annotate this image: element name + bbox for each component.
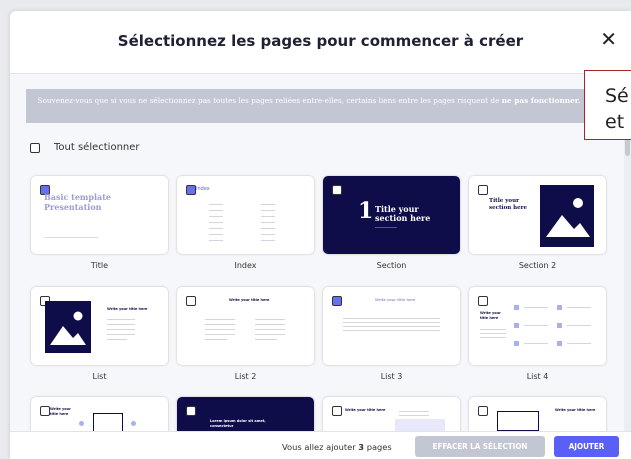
modal-header: Sélectionnez les pages pour commencer à … <box>10 11 631 74</box>
page-thumbnail[interactable]: Write your title here <box>323 397 460 431</box>
page-card-list[interactable]: Write your title here List <box>31 287 168 381</box>
page-caption: List 3 <box>380 372 403 381</box>
tooltip-line-2: et <box>605 111 625 133</box>
thumb-text: Title your section here <box>375 204 431 223</box>
add-button[interactable]: AJOUTER <box>554 436 619 457</box>
page-caption: List 4 <box>526 372 549 381</box>
select-all[interactable]: Tout sélectionner <box>30 142 140 153</box>
tooltip-popup: Sé et <box>584 70 631 140</box>
page-card-section[interactable]: 1 Title your section here Section <box>323 176 460 270</box>
page-thumbnail[interactable]: Write your title here <box>469 287 606 365</box>
tooltip-line-1: Sé <box>605 85 629 107</box>
page-selection-modal: Sélectionnez les pages pour commencer à … <box>10 11 631 459</box>
page-thumbnail[interactable]: 1 Title your section here <box>323 176 460 254</box>
clear-selection-button[interactable]: EFFACER LA SÉLECTION <box>415 436 545 457</box>
modal-body: Souvenez-vous que si vous ne sélectionne… <box>10 74 631 431</box>
page-thumbnail[interactable]: Write your title here <box>469 397 606 431</box>
page-checkbox[interactable] <box>332 296 342 306</box>
page-caption: List 2 <box>234 372 257 381</box>
page-caption: Section <box>376 261 407 270</box>
page-thumbnail[interactable]: Write your title here <box>31 287 168 365</box>
page-caption: Index <box>234 261 257 270</box>
page-card-list-3[interactable]: Write your title here List 3 <box>323 287 460 381</box>
page-checkbox[interactable] <box>478 185 488 195</box>
page-caption: Title <box>90 261 109 270</box>
selection-count: 3 <box>358 442 365 452</box>
notice-text: Souvenez-vous que si vous ne sélectionne… <box>37 96 500 105</box>
page-card-list-2[interactable]: Write your title here List 2 <box>177 287 314 381</box>
page-checkbox[interactable] <box>40 406 50 416</box>
page-checkbox[interactable] <box>478 406 488 416</box>
modal-footer: Vous allez ajouter 3 pages EFFACER LA SÉ… <box>10 431 631 459</box>
page-thumbnail[interactable]: Write your title here <box>31 397 168 431</box>
page-thumbnail[interactable]: Index <box>177 176 314 254</box>
notice-end: . <box>577 96 581 105</box>
page-checkbox[interactable] <box>186 296 196 306</box>
thumb-text: Write your title here <box>50 407 71 416</box>
thumb-text: Write your title here <box>480 311 501 320</box>
notice-bold: ne pas fonctionner <box>501 96 578 105</box>
page-thumbnail[interactable]: Title your section here <box>469 176 606 254</box>
page-thumbnail[interactable]: Write your title here <box>323 287 460 365</box>
page-caption: Section 2 <box>518 261 557 270</box>
page-card-row3-1[interactable]: Write your title here <box>31 397 168 431</box>
thumb-text: Lorem ipsum dolor sit amet, consectetur <box>210 419 266 428</box>
page-checkbox[interactable] <box>186 406 196 416</box>
page-card-row3-4[interactable]: Write your title here <box>469 397 606 431</box>
selection-info-prefix: Vous allez ajouter <box>282 442 356 452</box>
page-checkbox[interactable] <box>332 406 342 416</box>
select-all-label: Tout sélectionner <box>54 142 140 153</box>
page-thumbnail[interactable]: Basic template Presentation <box>31 176 168 254</box>
thumb-text: Basic template Presentation <box>44 192 111 212</box>
selection-info-suffix: pages <box>366 442 392 452</box>
thumb-number: 1 <box>358 198 374 224</box>
thumb-text: Write your title here <box>107 307 148 311</box>
page-checkbox[interactable] <box>186 185 196 195</box>
thumb-text: Write your title here <box>229 298 270 302</box>
thumb-text: Write your title here <box>345 408 386 412</box>
page-card-row3-3[interactable]: Write your title here <box>323 397 460 431</box>
page-thumbnail[interactable]: Lorem ipsum dolor sit amet, consectetur <box>177 397 314 431</box>
page-card-index[interactable]: Index Index <box>177 176 314 270</box>
page-checkbox[interactable] <box>478 296 488 306</box>
selection-info: Vous allez ajouter 3 pages <box>282 442 392 452</box>
select-all-checkbox[interactable] <box>30 142 40 153</box>
page-card-title[interactable]: Basic template Presentation Title <box>31 176 168 270</box>
warning-notice: Souvenez-vous que si vous ne sélectionne… <box>26 89 592 123</box>
image-placeholder-icon <box>540 185 594 247</box>
page-card-section-2[interactable]: Title your section here Section 2 <box>469 176 606 270</box>
close-icon[interactable]: ✕ <box>600 27 617 51</box>
image-placeholder-icon <box>45 301 91 353</box>
modal-title: Sélectionnez les pages pour commencer à … <box>117 32 524 50</box>
thumb-text: Write your title here <box>375 298 416 302</box>
page-thumbnail[interactable]: Write your title here <box>177 287 314 365</box>
page-checkbox[interactable] <box>332 185 342 195</box>
thumb-text: Title your section here <box>489 198 528 211</box>
thumb-text: Write your title here <box>555 408 596 412</box>
page-card-list-4[interactable]: Write your title here List 4 <box>469 287 606 381</box>
page-caption: List <box>92 372 107 381</box>
page-card-row3-2[interactable]: Lorem ipsum dolor sit amet, consectetur <box>177 397 314 431</box>
thumb-text: Index <box>196 186 210 192</box>
